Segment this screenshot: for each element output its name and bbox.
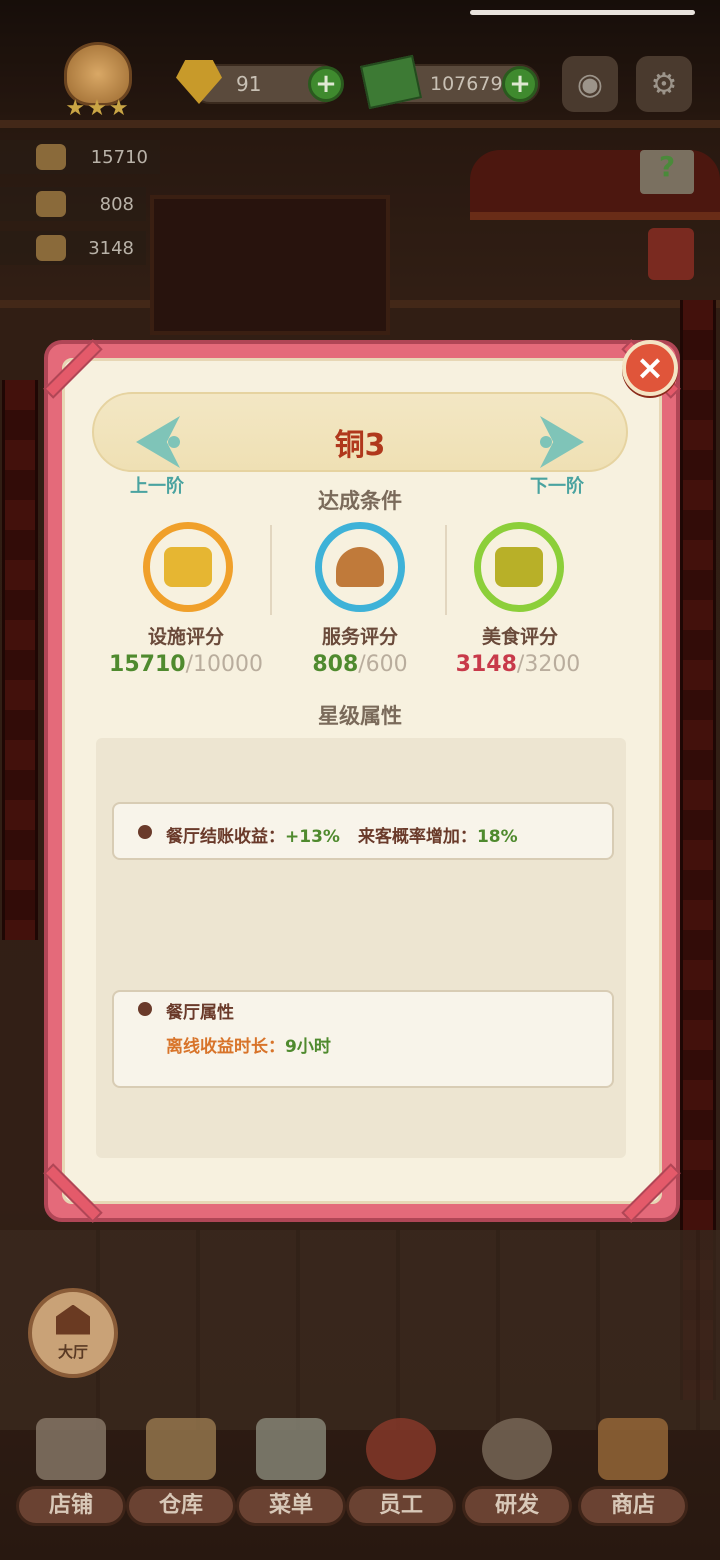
warehouse-icon <box>146 1418 216 1480</box>
lobby-label: 大厅 <box>57 1342 88 1361</box>
offline-label: 离线收益时长： <box>166 1037 285 1057</box>
store-icon <box>598 1418 668 1480</box>
research-icon <box>482 1418 552 1480</box>
staff-icon <box>366 1418 436 1480</box>
bonus-box: 餐厅结账收益：+13% 来客概率增加：18% <box>112 802 614 860</box>
food-book-icon <box>36 235 66 261</box>
help-question-icon: ? <box>658 150 676 183</box>
add-cash-button[interactable]: + <box>502 66 538 102</box>
restaurant-attr-box: 餐厅属性 离线收益时长：9小时 <box>112 990 614 1088</box>
food-req-value: 3148/3200 <box>428 652 608 677</box>
checkout-value: +13% <box>285 827 340 847</box>
arrow-dot <box>540 436 552 448</box>
restaurant-rank-badge[interactable]: ★★★ <box>38 42 158 126</box>
service-req-label: 服务评分 <box>321 626 398 648</box>
house-icon <box>56 1304 90 1335</box>
food-req-label: 美食评分 <box>481 626 558 648</box>
facility-current: 15710 <box>109 652 186 677</box>
offline-line: 离线收益时长：9小时 <box>166 1032 331 1057</box>
tab-research[interactable]: 研发 <box>462 1410 572 1530</box>
tier-title: 铜3 <box>334 428 386 463</box>
facility-icon <box>164 547 212 587</box>
help-book-button[interactable]: ? <box>640 150 694 194</box>
facility-icon <box>36 144 66 170</box>
guest-value: 18% <box>476 827 518 847</box>
tab-shop[interactable]: 店铺 <box>16 1410 126 1530</box>
tab-warehouse[interactable]: 仓库 <box>126 1410 236 1530</box>
cloche-icon <box>336 547 384 587</box>
service-score-row: 808 <box>0 187 146 221</box>
facility-target: /10000 <box>185 652 263 677</box>
close-button[interactable]: × <box>622 340 678 396</box>
attributes-area <box>96 738 626 1158</box>
checkout-label: 餐厅结账收益： <box>166 827 285 847</box>
service-score: 808 <box>99 193 134 215</box>
food-score: 3148 <box>88 237 134 259</box>
bullet-icon <box>138 1002 152 1016</box>
service-target: /600 <box>358 652 408 677</box>
lobby-button[interactable]: 大厅 <box>28 1288 118 1378</box>
tab-label: 商店 <box>578 1486 688 1526</box>
tab-menu[interactable]: 菜单 <box>236 1410 346 1530</box>
guest-label: 来客概率增加： <box>357 827 477 847</box>
menu-icon <box>256 1418 326 1480</box>
facility-ring <box>143 522 233 612</box>
service-current: 808 <box>312 652 359 677</box>
arrow-dot <box>168 436 180 448</box>
facility-score: 15710 <box>90 146 148 168</box>
rank-stars-icon: ★★★ <box>65 96 131 121</box>
close-icon: × <box>635 348 665 388</box>
facility-req-label: 设施评分 <box>147 626 224 648</box>
tab-staff[interactable]: 员工 <box>346 1410 456 1530</box>
divider <box>270 525 272 615</box>
cookbook-icon <box>495 547 543 587</box>
tab-label: 菜单 <box>236 1486 346 1526</box>
bonus-line: 餐厅结账收益：+13% 来客概率增加：18% <box>166 822 518 847</box>
restaurant-attr-title: 餐厅属性 <box>166 1003 234 1023</box>
bottom-tabbar: 店铺 仓库 菜单 员工 研发 商店 <box>0 1410 720 1560</box>
shop-icon <box>36 1418 106 1480</box>
prev-tier-label[interactable]: 上一阶 <box>130 472 184 498</box>
bullet-icon <box>138 825 152 839</box>
camera-button[interactable]: ◉ <box>562 56 618 112</box>
gear-icon: ⚙ <box>650 66 678 102</box>
service-icon <box>36 191 66 217</box>
service-req-value: 808/600 <box>270 652 450 677</box>
food-ring <box>474 522 564 612</box>
camera-icon: ◉ <box>576 66 604 102</box>
tab-label: 仓库 <box>126 1486 236 1526</box>
facility-req-value: 15710/10000 <box>96 652 276 677</box>
tab-label: 店铺 <box>16 1486 126 1526</box>
divider <box>445 525 447 615</box>
status-bar-indicator <box>470 10 695 15</box>
next-tier-label[interactable]: 下一阶 <box>530 472 584 498</box>
tab-label: 员工 <box>346 1486 456 1526</box>
settings-button[interactable]: ⚙ <box>636 56 692 112</box>
facility-score-row: 15710 <box>0 140 160 174</box>
service-ring <box>315 522 405 612</box>
add-gems-button[interactable]: + <box>308 66 344 102</box>
gem-count: 91 <box>236 72 262 96</box>
food-target: /3200 <box>516 652 581 677</box>
food-score-row: 3148 <box>0 231 146 265</box>
attributes-title: 星级属性 <box>318 704 402 728</box>
conditions-title: 达成条件 <box>318 489 402 513</box>
offline-value: 9小时 <box>285 1037 331 1057</box>
recipe-book-button[interactable] <box>648 228 694 280</box>
food-current: 3148 <box>455 652 517 677</box>
tab-store[interactable]: 商店 <box>578 1410 688 1530</box>
tab-label: 研发 <box>462 1486 572 1526</box>
